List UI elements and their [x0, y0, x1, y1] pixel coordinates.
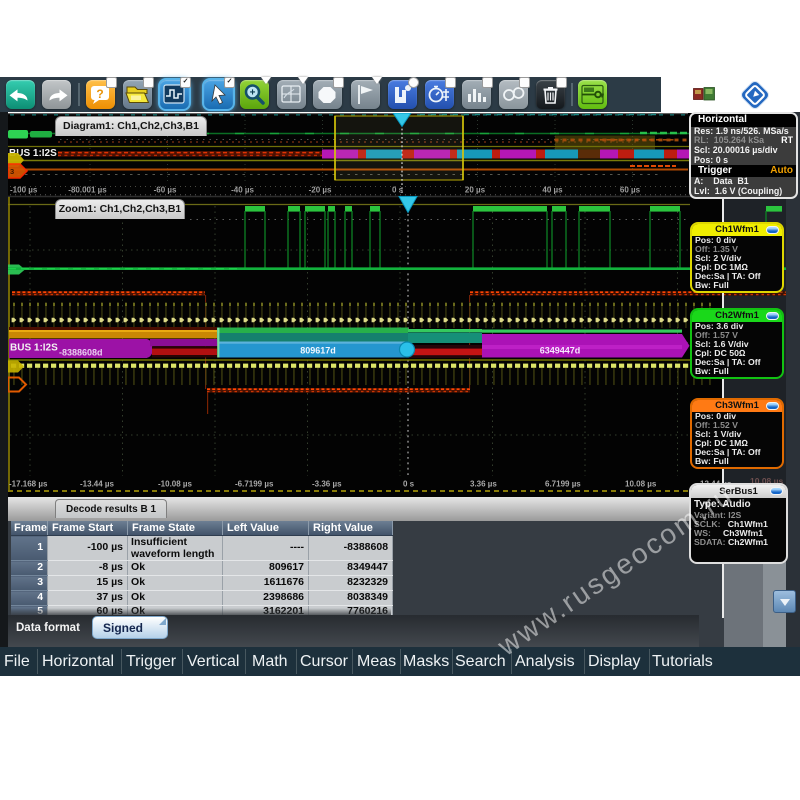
svg-text:-8388608d: -8388608d	[59, 348, 103, 358]
svg-text:0 s: 0 s	[403, 480, 415, 489]
svg-text:-40 µs: -40 µs	[231, 186, 254, 195]
svg-text:40 µs: 40 µs	[542, 186, 563, 195]
svg-text:6349447d: 6349447d	[540, 346, 581, 356]
svg-text:-80.001 µs: -80.001 µs	[68, 186, 107, 195]
svg-text:-100 µs: -100 µs	[10, 186, 38, 195]
svg-text:10.08 µs: 10.08 µs	[625, 480, 657, 489]
svg-text:809617d: 809617d	[300, 346, 336, 356]
svg-text:60 µs: 60 µs	[620, 186, 641, 195]
svg-text:-6.7199 µs: -6.7199 µs	[235, 480, 274, 489]
svg-text:3: 3	[10, 167, 14, 176]
svg-text:-13.44 µs: -13.44 µs	[80, 480, 115, 489]
svg-text:3.36 µs: 3.36 µs	[470, 480, 497, 489]
svg-text:6.7199 µs: 6.7199 µs	[545, 480, 581, 489]
svg-text:-60 µs: -60 µs	[154, 186, 177, 195]
svg-text:-17.168 µs: -17.168 µs	[9, 480, 48, 489]
svg-text:+: +	[250, 88, 256, 99]
svg-text:-20 µs: -20 µs	[309, 186, 332, 195]
svg-text:-3.36 µs: -3.36 µs	[312, 480, 342, 489]
svg-text:-10.08 µs: -10.08 µs	[158, 480, 193, 489]
svg-text:20 µs: 20 µs	[465, 186, 486, 195]
svg-text:BUS 1:I2S: BUS 1:I2S	[10, 343, 58, 354]
svg-text:0 s: 0 s	[392, 186, 404, 195]
svg-text:?: ?	[96, 87, 103, 101]
